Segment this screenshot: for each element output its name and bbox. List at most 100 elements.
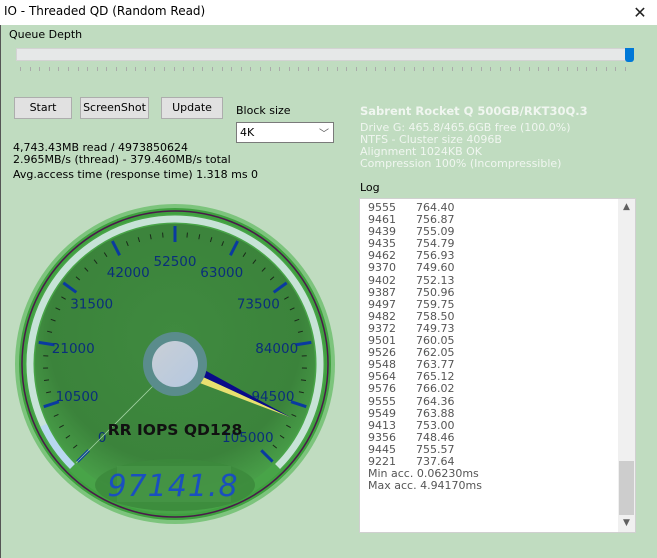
log-row: 9555 764.36 [368,394,618,408]
log-row: 9439 755.09 [368,226,618,238]
log-mbps: 749.73 [416,321,455,335]
close-icon[interactable]: ✕ [623,0,657,25]
lcd-value: 97141.8 [107,469,238,504]
slider-tick [509,67,511,71]
slider-tick [87,67,89,71]
log-row: 9548 763.77 [368,359,618,371]
gauge-minor-tick [300,379,307,382]
log-iops: 9555 [368,394,396,408]
slider-tick [384,67,386,71]
log-iops: 9370 [368,261,396,275]
slider-tick [404,67,405,71]
gauge-minor-tick [43,379,50,382]
slider-tick [298,67,300,71]
start-button[interactable]: Start [14,97,72,119]
max-acc-text: Max acc. 4.94170ms [368,479,483,493]
slider-ticks [20,67,630,72]
log-row: 9372 749.73 [368,321,618,335]
log-mbps: 753.00 [416,418,455,432]
iops-gauge: 0 10500 21000 31500 420005250063000 73500 8400… [15,204,335,524]
slider-tick [212,67,213,71]
log-row: 9564 765.12 [368,371,618,383]
gauge-hub [152,341,198,387]
block-size-label: Block size [236,104,291,117]
log-row: 9461 756.87 [368,213,618,226]
slider-tick [48,67,50,71]
block-size-select[interactable]: 4K ﹀ [236,122,334,143]
gauge-title: RR IOPS QD128 [108,421,243,439]
chevron-up-icon[interactable]: ▲ [618,199,635,216]
slider-tick [68,67,69,71]
window-title: IO - Threaded QD (Random Read) [4,4,206,18]
queue-depth-label: Queue Depth [9,28,83,41]
slider-tick [173,67,175,71]
log-row: 9445 755.57 [368,443,618,456]
log-iops: 9387 [368,285,396,299]
log-mbps: 750.96 [416,285,455,299]
slider-tick [240,67,242,71]
log-textbox[interactable]: 9555 764.40 9461 756.87 9439 755.09 9435 754.79… [359,198,636,533]
slider-tick [231,67,233,71]
slider-tick [624,67,626,71]
slider-tick [365,67,367,71]
counter-value: 0 [251,168,258,181]
slider-tick [567,67,569,71]
slider-tick [288,67,290,71]
slider-tick [96,67,98,71]
log-mbps: 764.40 [416,201,455,214]
log-row: 9356 748.46 [368,430,618,444]
log-label: Log [360,181,380,194]
slider-tick [135,67,137,71]
slider-tick [221,67,223,71]
log-row: 9497 759.75 [368,297,618,311]
log-iops: 9549 [368,406,396,420]
queue-depth-slider[interactable] [16,48,633,61]
slider-tick [596,67,597,71]
slider-tick [154,67,156,71]
log-mbps: 748.46 [416,430,455,444]
slider-tick [423,67,425,71]
log-iops: 9576 [368,382,396,396]
slider-tick [413,67,415,71]
slider-tick [144,67,146,71]
gauge-tick-label: 84000 [255,341,298,357]
log-mbps: 759.75 [416,297,455,311]
update-button[interactable]: Update [161,97,223,119]
queue-depth-slider-thumb[interactable] [625,48,634,62]
slider-tick [576,67,578,71]
log-row: 9526 762.05 [368,347,618,359]
slider-tick [183,67,185,71]
log-row: 9482 758.50 [368,309,618,323]
slider-tick [615,67,617,71]
slider-tick [500,67,501,71]
slider-tick [29,67,31,71]
slider-tick [461,67,463,71]
screenshot-button[interactable]: ScreenShot [80,97,149,119]
slider-tick [471,67,473,71]
slider-tick [548,67,549,71]
log-scrollbar[interactable]: ▲ ▼ [618,199,635,532]
slider-tick [20,67,21,71]
slider-tick [77,67,79,71]
chevron-down-icon[interactable]: ▼ [618,515,635,532]
slider-tick [125,67,127,71]
slider-tick [519,67,521,71]
gauge-tick-label: 0 [98,430,107,446]
slider-tick [260,67,261,71]
slider-tick [317,67,319,71]
slider-tick [308,67,309,71]
log-row: 9387 750.96 [368,285,618,299]
block-size-value: 4K [240,126,255,139]
log-mbps: 758.50 [416,309,455,323]
log-row: 9555 764.40 [368,201,618,214]
drive-compression: Compression 100% (Incompressible) [360,157,562,170]
slider-tick [39,67,41,71]
log-row: 9435 754.79 [368,238,618,250]
gauge-tick-label: 52500 [154,254,197,270]
log-mbps: 755.09 [416,225,455,239]
slider-tick [116,67,117,71]
scrollbar-thumb[interactable] [619,461,634,515]
slider-tick [250,67,252,71]
log-row: 9501 760.05 [368,334,618,347]
log-mbps: 737.64 [416,454,455,468]
